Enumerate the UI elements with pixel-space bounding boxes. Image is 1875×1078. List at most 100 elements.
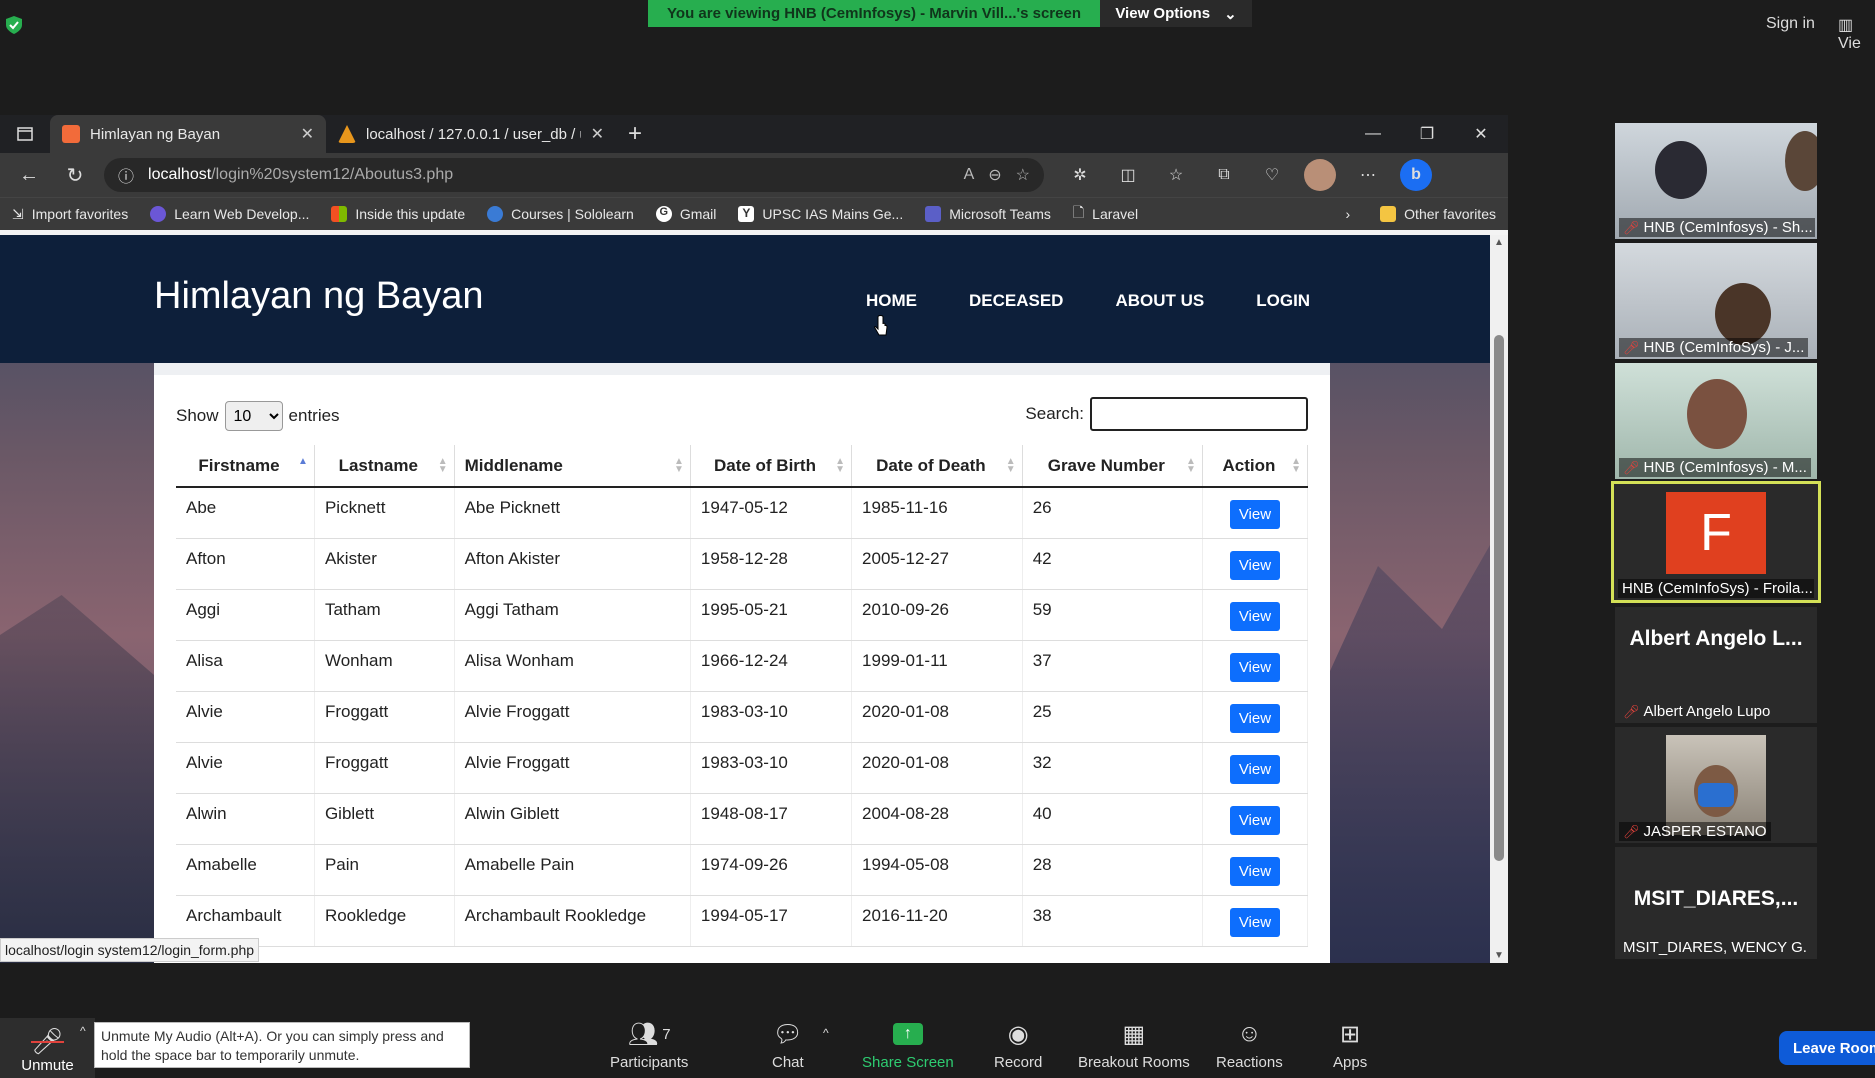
shield-icon [6,16,22,34]
sign-in-link[interactable]: Sign in [1766,15,1815,33]
fav-other[interactable]: Other favorites [1380,206,1496,222]
participant-tile[interactable]: 🎤︎ HNB (CemInfosys) - Sh... [1615,123,1817,239]
profile-avatar[interactable] [1304,159,1336,191]
performance-icon[interactable]: ♡ [1256,159,1288,191]
more-icon[interactable]: ⋯ [1352,159,1384,191]
chat-icon: 💬︎ [772,1020,804,1048]
mic-muted-icon: 🎤︎ [30,1026,64,1056]
view-button[interactable]: View [1229,500,1281,529]
cell-middlename: Afton Akister [454,538,691,590]
view-options-button[interactable]: View Options ⌄ [1100,0,1252,27]
participant-video [1687,379,1747,449]
entries-select[interactable]: 10 [224,401,283,431]
nav-deceased[interactable]: DECEASED [969,291,1063,311]
view-button[interactable]: View [1229,805,1281,835]
close-window-icon[interactable]: ✕ [1454,115,1508,153]
chevron-up-icon[interactable]: ^ [80,1024,86,1038]
participant-tile[interactable]: Albert Angelo L... 🎤︎ Albert Angelo Lupo [1615,607,1817,723]
participant-tile[interactable]: 🎤︎ JASPER ESTANO [1615,727,1817,843]
zoom-out-icon[interactable]: ⊖ [988,165,1001,185]
windows-icon [331,206,348,222]
records-card: Show 10 entries Search: Firstname ▲ Lastn… [154,363,1330,963]
chat-button[interactable]: 💬︎ Chat [772,1020,804,1072]
bing-icon[interactable]: b [1400,159,1432,191]
view-button[interactable]: View [1229,754,1281,784]
fav-gmail[interactable]: G Gmail [655,206,716,222]
table-row: Alvie Froggatt Alvie Froggatt 1983-03-10 202… [176,742,1309,794]
view-button[interactable]: ▥ Vie [1838,15,1875,53]
fav-teams[interactable]: Microsoft Teams [925,206,1051,222]
scroll-up-icon[interactable]: ▲ [1494,237,1504,248]
nav-about-us[interactable]: ABOUT US [1115,291,1204,311]
record-button[interactable]: ◉ Record [994,1020,1042,1072]
view-button[interactable]: View [1229,550,1281,580]
tab-actions-icon[interactable] [0,115,50,153]
breakout-rooms-button[interactable]: ▦ Breakout Rooms [1078,1020,1190,1072]
restore-icon[interactable]: ❐ [1400,115,1454,153]
scroll-down-icon[interactable]: ▼ [1494,950,1504,961]
participant-name-text: HNB (CemInfoSys) - J... [1643,339,1805,356]
view-button[interactable]: View [1229,856,1281,886]
view-button[interactable]: View [1229,652,1281,682]
nav-home[interactable]: HOME [866,291,917,311]
col-grave-number[interactable]: Grave Number ▲ ▼ [1022,445,1203,488]
col-middlename[interactable]: Middlename ▲ ▼ [454,445,691,488]
fav-upsc[interactable]: Y UPSC IAS Mains Ge... [738,206,903,222]
favorite-star-icon[interactable]: ☆ [1016,165,1030,185]
fav-inside-update[interactable]: Inside this update [331,206,465,222]
participant-tile[interactable]: 🎤︎ HNB (CemInfosys) - M... [1615,363,1817,479]
fav-sololearn[interactable]: Courses | Sololearn [487,206,634,222]
participant-tile-active[interactable]: F HNB (CemInfoSys) - Froila... [1611,481,1821,603]
url-path: /login%20system12/Aboutus3.php [211,166,454,183]
participant-video [1655,141,1707,199]
col-dob[interactable]: Date of Birth ▲ ▼ [690,445,853,488]
cell-dod: 1985-11-16 [851,487,1023,539]
back-icon[interactable]: ← [12,158,46,192]
refresh-icon[interactable]: ↻ [58,158,92,192]
collections-icon[interactable]: ⧉ [1208,159,1240,191]
cell-dod: 1994-05-08 [851,844,1023,896]
url-input[interactable]: ⓘ localhost/login%20system12/Aboutus3.ph… [104,158,1044,192]
apps-button[interactable]: ⊞ Apps [1333,1020,1367,1072]
tab-himlayan[interactable]: Himlayan ng Bayan ✕ [50,115,326,153]
cell-grave-number: 37 [1022,640,1203,692]
close-icon[interactable]: ✕ [591,124,604,144]
chevron-up-icon[interactable]: ^ [823,1026,829,1040]
new-tab-icon[interactable]: + [616,115,654,153]
fav-import[interactable]: ⇲ Import favorites [12,206,128,223]
col-firstname[interactable]: Firstname ▲ [176,445,315,488]
fav-laravel[interactable]: 🗋 Laravel [1073,202,1138,226]
scrollbar-thumb[interactable] [1494,335,1504,861]
view-button[interactable]: View [1229,907,1281,937]
unmute-label: Unmute [21,1057,74,1074]
participant-tile[interactable]: 🎤︎ HNB (CemInfoSys) - J... [1615,243,1817,359]
cell-dod: 2020-01-08 [851,691,1023,743]
read-aloud-icon[interactable]: A [964,166,975,184]
reactions-button[interactable]: ☺ Reactions [1216,1020,1283,1071]
split-screen-icon[interactable]: ◫ [1112,159,1144,191]
minimize-icon[interactable]: — [1346,115,1400,153]
share-screen-button[interactable]: ↑ Share Screen [862,1020,954,1071]
leave-room-button[interactable]: Leave Room [1779,1031,1875,1065]
cell-firstname: Alvie [176,742,315,794]
breakout-rooms-label: Breakout Rooms [1078,1054,1190,1071]
nav-login[interactable]: LOGIN [1256,291,1310,311]
col-action[interactable]: Action ▲ ▼ [1202,445,1309,488]
favorites-icon[interactable]: ☆ [1160,159,1192,191]
col-lastname[interactable]: Lastname ▲ ▼ [314,445,455,488]
participant-name: HNB (CemInfoSys) - Froila... [1618,579,1814,598]
page-scrollbar[interactable]: ▲ ▼ [1490,235,1508,963]
chevron-right-icon[interactable]: › [1346,206,1351,222]
participant-name: 🎤︎ HNB (CemInfosys) - M... [1619,458,1811,477]
view-button[interactable]: View [1229,601,1281,631]
tab-phpmyadmin[interactable]: localhost / 127.0.0.1 / user_db / u ✕ [326,115,616,153]
entries-length: Show 10 entries [176,401,340,431]
fav-learn-web[interactable]: Learn Web Develop... [150,206,309,222]
search-input[interactable] [1090,397,1308,431]
participants-button[interactable]: 👥︎ 7 Participants [610,1020,688,1072]
view-button[interactable]: View [1229,703,1281,733]
extensions-icon[interactable]: ✲ [1064,159,1096,191]
col-dod[interactable]: Date of Death ▲ ▼ [851,445,1023,488]
close-icon[interactable]: ✕ [301,124,314,144]
participant-tile[interactable]: MSIT_DIARES,... MSIT_DIARES, WENCY G. [1615,847,1817,959]
